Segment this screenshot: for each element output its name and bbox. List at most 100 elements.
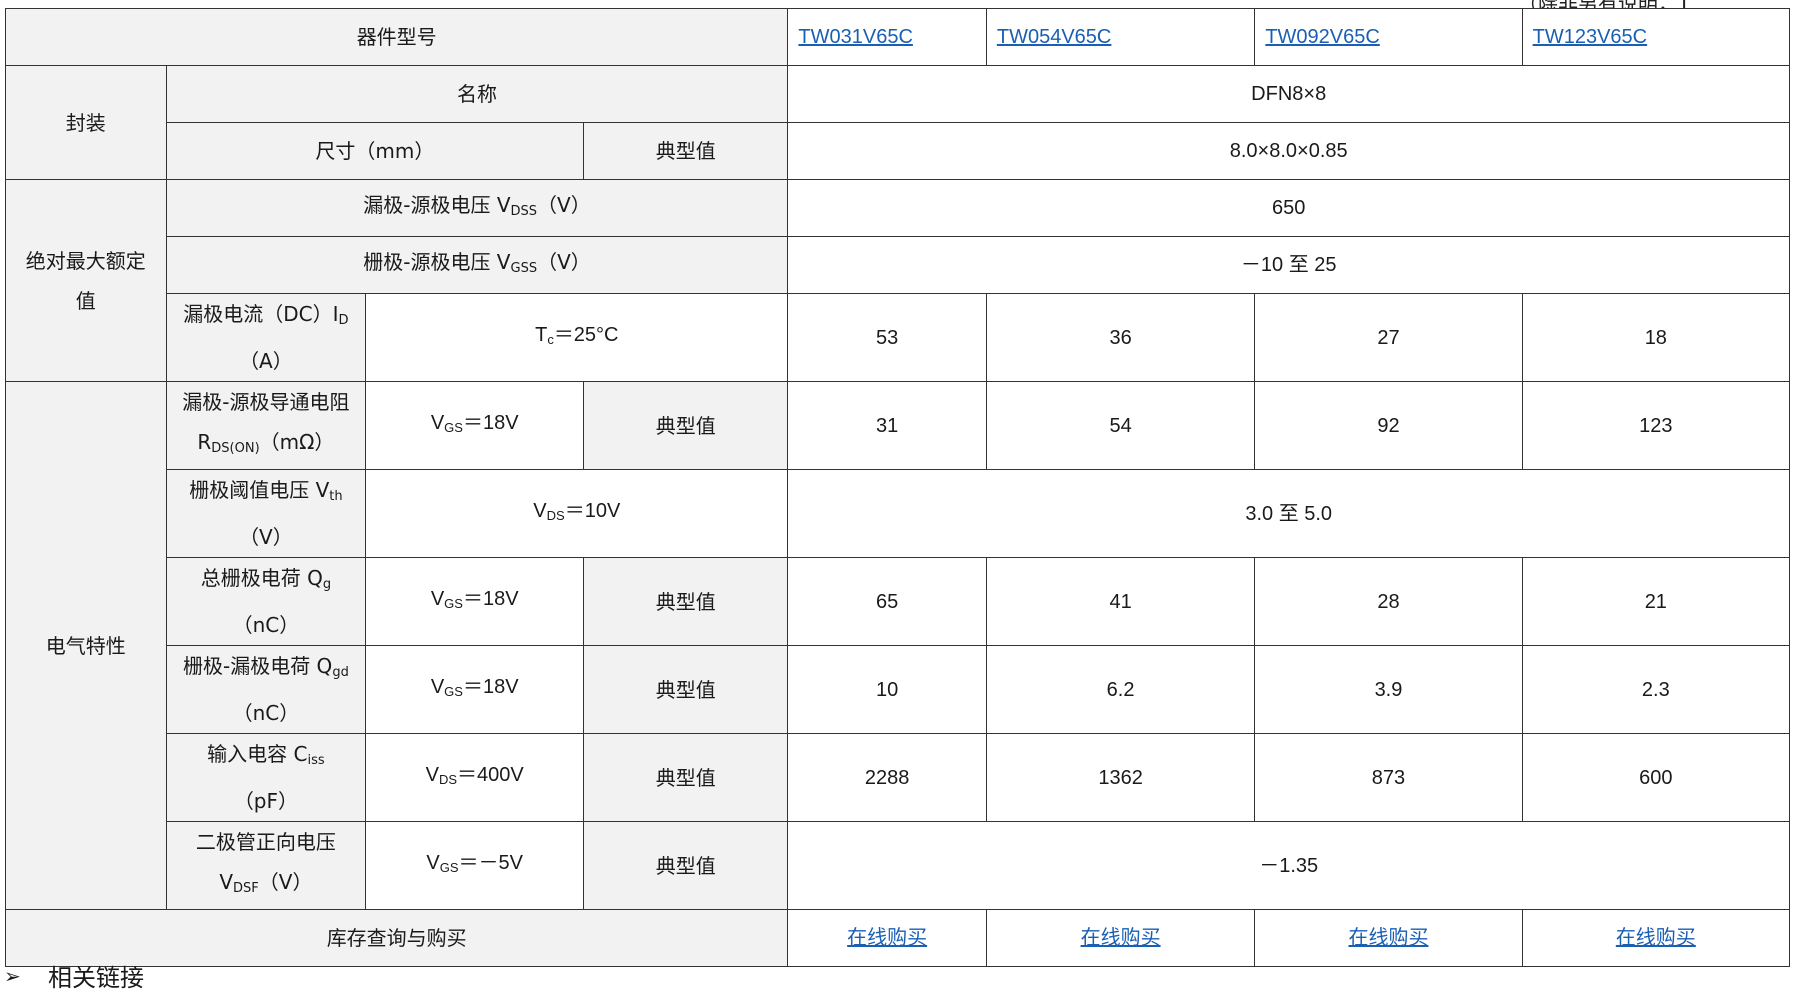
vth-condition: VDS＝10V [365,469,789,558]
vgss-row: 栅极-源极电压 VGSS（V） －10 至 25 [6,236,1790,294]
qg-cond-text: V [430,588,445,610]
model-cell-2: TW054V65C [985,8,1256,66]
package-size-value: 8.0×8.0×0.85 [787,122,1790,180]
model-link-tw123v65c[interactable]: TW123V65C [1527,17,1785,57]
vth-cond-sub: DS [546,508,565,523]
vth-label-unit: （V） [239,525,293,549]
qg-value-1: 65 [787,557,987,646]
vdss-label-unit: （V） [537,192,591,217]
vth-value: 3.0 至 5.0 [787,469,1790,558]
related-links-heading: ➢ 相关链接 [4,958,144,993]
buy-online-link-3[interactable]: 在线购买 [1348,927,1428,949]
electrical-group-label: 电气特性 [5,381,167,910]
vth-label-sub: th [329,489,343,504]
rds-label-sub: DS(ON) [211,441,260,456]
abs-max-group-label: 绝对最大额定 值 [5,179,167,382]
qgd-cond-post: ＝18V [462,676,519,698]
buy-online-link-2[interactable]: 在线购买 [1081,927,1161,949]
model-link-tw031v65c[interactable]: TW031V65C [792,17,981,57]
qgd-cond-text: V [430,676,445,698]
vgss-label: 栅极-源极电压 VGSS（V） [165,236,789,294]
qgd-typ: 典型值 [583,645,789,734]
qgd-value-4: 2.3 [1521,645,1791,734]
rds-cond-post: ＝18V [462,412,519,434]
purchase-row: 库存查询与购买 在线购买 在线购买 在线购买 在线购买 [4,909,1791,967]
ciss-condition: VDS＝400V [365,733,585,822]
qg-row: 总栅极电荷 Qg （nC） VGS＝18V 典型值 65 41 28 21 [6,557,1791,646]
related-links-label: 相关链接 [48,964,144,992]
qgd-condition: VGS＝18V [365,645,585,734]
rds-label-symbol: R [197,430,212,454]
buy-online-link-1[interactable]: 在线购买 [847,927,927,949]
qg-typ: 典型值 [583,557,789,646]
rds-label-line1: 漏极-源极导通电阻 [182,390,350,414]
id-cond-text: T [535,324,548,346]
spec-table: 器件型号 TW031V65C TW054V65C TW092V65C TW123… [4,8,1791,967]
vgss-value: －10 至 25 [787,236,1790,294]
rds-cond-text: V [430,412,445,434]
vth-label-text: 栅极阈值电压 V [189,478,330,502]
qgd-label-unit: （nC） [232,701,300,725]
vdss-label-sub: DSS [510,203,538,219]
package-size-row: 尺寸（mm） 典型值 8.0×8.0×0.85 [6,122,1790,180]
abs-max-group-line1: 绝对最大额定 [25,248,146,273]
id-value-4: 18 [1521,293,1791,382]
id-row: 漏极电流（DC）ID （A） Tc＝25°C 53 36 27 18 [6,293,1791,382]
id-label-sub: D [338,313,349,328]
vdsf-cond-post: ＝－5V [458,852,523,874]
ciss-row: 输入电容 Ciss （pF） VDS＝400V 典型值 2288 1362 87… [6,733,1791,822]
qg-label: 总栅极电荷 Qg （nC） [165,557,367,646]
abs-max-group-line2: 值 [75,288,96,313]
ciss-label-text: 输入电容 C [207,742,308,766]
model-cell-3: TW092V65C [1254,8,1523,66]
package-name-row: 封装 名称 DFN8×8 [5,65,1790,180]
ciss-typ: 典型值 [583,733,789,822]
model-header-label: 器件型号 [4,8,789,66]
model-link-tw054v65c[interactable]: TW054V65C [991,17,1250,57]
vth-row: 栅极阈值电压 Vth （V） VDS＝10V 3.0 至 5.0 [6,469,1790,558]
qg-label-line1: 总栅极电荷 Qg [171,558,362,605]
package-size-typ: 典型值 [583,122,789,180]
ciss-label-unit: （pF） [233,789,299,813]
qgd-value-2: 6.2 [985,645,1256,734]
qgd-label: 栅极-漏极电荷 Qgd （nC） [165,645,367,734]
vdsf-label-line1: 二极管正向电压 [195,830,336,854]
qgd-value-3: 3.9 [1254,645,1523,734]
vdsf-value: －1.35 [787,821,1790,910]
ciss-value-4: 600 [1521,733,1791,822]
rds-label: 漏极-源极导通电阻 RDS(ON)（mΩ） [165,381,367,470]
ciss-label-sub: iss [307,753,325,768]
vdsf-cond-text: V [426,852,440,874]
header-row: 器件型号 TW031V65C TW054V65C TW092V65C TW123… [4,8,1791,66]
ciss-value-3: 873 [1254,733,1523,822]
vth-cond-post: ＝10V [564,500,621,522]
qg-condition: VGS＝18V [365,557,585,646]
model-cell-1: TW031V65C [787,8,987,66]
qg-label-text: 总栅极电荷 Q [200,566,323,590]
rds-typ: 典型值 [583,381,789,470]
model-link-tw092v65c[interactable]: TW092V65C [1259,17,1517,57]
id-label: 漏极电流（DC）ID （A） [165,293,367,382]
rds-value-2: 54 [985,381,1256,470]
vdsf-label-sub: DSF [233,881,259,896]
id-value-3: 27 [1254,293,1523,382]
vdss-row: 绝对最大额定 值 漏极-源极电压 VDSS（V） 650 [5,179,1790,382]
id-value-2: 36 [985,293,1256,382]
id-condition: Tc＝25°C [365,293,789,382]
purchase-cell-4: 在线购买 [1521,909,1791,967]
ciss-label: 输入电容 Ciss （pF） [165,733,367,822]
qg-value-3: 28 [1254,557,1523,646]
arrow-bullet-icon: ➢ [4,963,21,988]
buy-online-link-4[interactable]: 在线购买 [1616,927,1696,949]
qgd-value-1: 10 [787,645,987,734]
qgd-row: 栅极-漏极电荷 Qgd （nC） VGS＝18V 典型值 10 6.2 3.9 … [6,645,1791,734]
qgd-label-line1: 栅极-漏极电荷 Qgd [171,646,362,693]
package-name-value: DFN8×8 [787,65,1790,123]
qg-value-2: 41 [985,557,1256,646]
vdsf-label-symbol: V [219,870,234,894]
qgd-label-text: 栅极-漏极电荷 Q [182,654,333,678]
vdss-label-text: 漏极-源极电压 V [363,192,511,217]
qg-cond-sub: GS [444,596,463,611]
vdsf-typ: 典型值 [583,821,789,910]
qg-label-unit: （nC） [232,613,300,637]
